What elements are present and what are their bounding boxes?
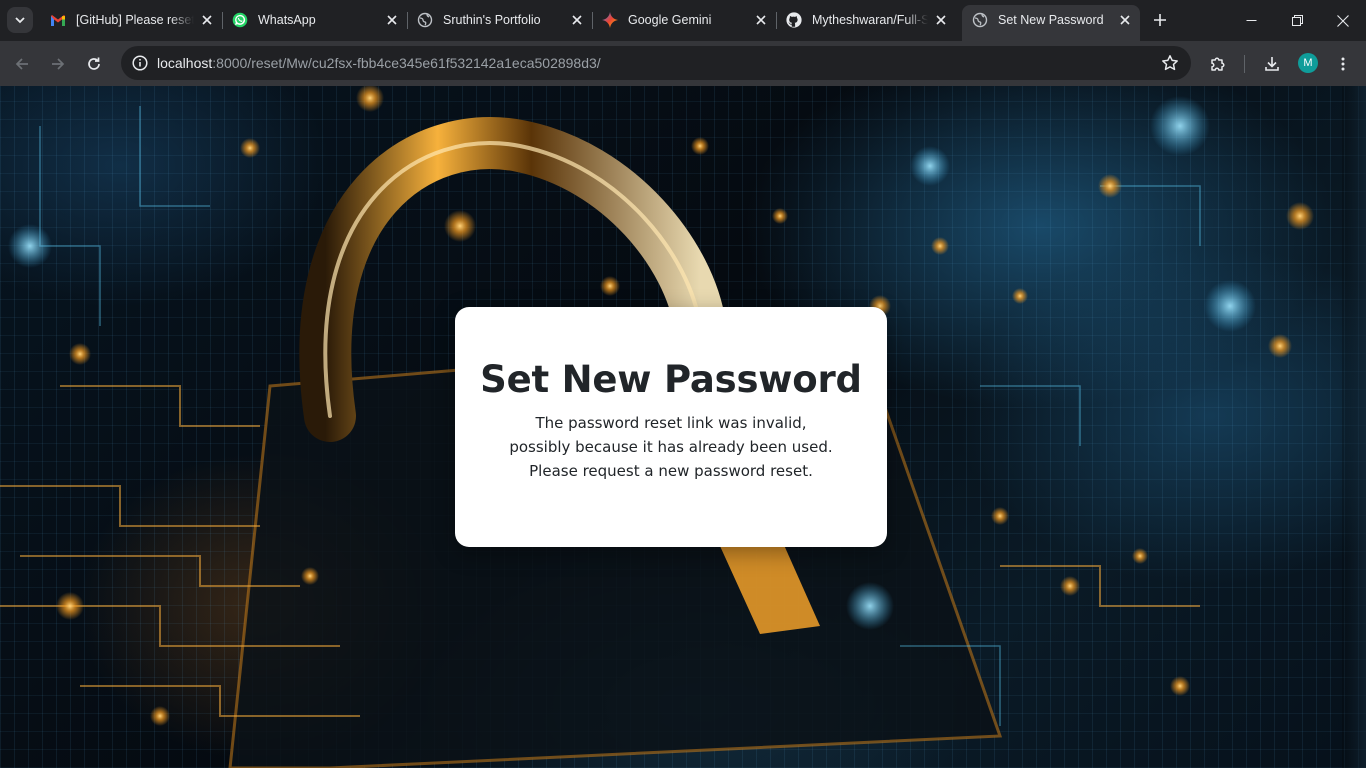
minimize-button[interactable] [1228, 0, 1274, 41]
site-info-button[interactable] [127, 50, 153, 76]
toolbar-separator [1244, 55, 1245, 73]
restore-icon [1291, 15, 1303, 26]
page-scrollbar-edge [1342, 86, 1366, 768]
gmail-icon [50, 12, 66, 28]
tab-gemini[interactable]: Google Gemini [592, 0, 777, 41]
url-host: localhost [157, 55, 213, 71]
address-bar[interactable]: localhost:8000/reset/Mw/cu2fsx-fbb4ce345… [121, 46, 1191, 80]
url-path: :8000/reset/Mw/cu2fsx-fbb4ce345e61f53214… [212, 55, 601, 71]
downloads-button[interactable] [1259, 51, 1285, 77]
close-icon[interactable] [753, 12, 769, 28]
close-icon [1337, 14, 1349, 27]
tab-label: Sruthin's Portfolio [443, 13, 541, 27]
close-icon[interactable] [199, 12, 215, 28]
close-icon[interactable] [933, 12, 949, 28]
arrow-right-icon [52, 58, 65, 70]
bookmark-star-icon[interactable] [1161, 54, 1179, 72]
reset-password-card: Set New Password The password reset link… [455, 307, 887, 547]
minimize-icon [1246, 20, 1256, 21]
tab-label: [GitHub] Please reset [76, 13, 194, 27]
profile-avatar[interactable]: M [1298, 53, 1318, 73]
info-icon [132, 55, 148, 71]
arrow-left-icon [15, 58, 28, 70]
gemini-icon [602, 12, 618, 28]
page-viewport: Set New Password The password reset link… [0, 86, 1366, 768]
tab-search-button[interactable] [7, 7, 33, 33]
download-icon [1265, 57, 1279, 71]
url-text[interactable]: localhost:8000/reset/Mw/cu2fsx-fbb4ce345… [157, 55, 601, 71]
tab-github-reset[interactable]: [GitHub] Please reset [40, 0, 223, 41]
tab-label: Set New Password [998, 13, 1104, 27]
reload-button[interactable] [81, 51, 107, 77]
page-title: Set New Password [480, 358, 862, 401]
kebab-menu-icon [1341, 57, 1345, 71]
browser-menu-button[interactable] [1330, 51, 1356, 77]
plus-icon [1154, 14, 1166, 26]
close-icon[interactable] [384, 12, 400, 28]
whatsapp-icon [232, 12, 248, 28]
globe-icon [972, 12, 988, 28]
reload-icon [88, 57, 100, 70]
browser-toolbar: localhost:8000/reset/Mw/cu2fsx-fbb4ce345… [0, 41, 1366, 86]
chevron-down-icon [15, 17, 25, 24]
globe-icon [417, 12, 433, 28]
close-icon[interactable] [1117, 12, 1133, 28]
puzzle-piece-icon [1211, 57, 1225, 71]
tab-set-new-password[interactable]: Set New Password [962, 5, 1140, 41]
close-icon[interactable] [569, 12, 585, 28]
tab-label: WhatsApp [258, 13, 316, 27]
invalid-link-message: The password reset link was invalid, pos… [509, 414, 833, 480]
tab-github-repo[interactable]: Mytheshwaran/Full-S [776, 0, 956, 41]
tab-strip: [GitHub] Please reset WhatsApp Sruthin's… [0, 0, 1366, 41]
close-window-button[interactable] [1320, 0, 1366, 41]
tab-portfolio[interactable]: Sruthin's Portfolio [407, 0, 593, 41]
new-tab-button[interactable] [1150, 10, 1170, 30]
tab-label: Google Gemini [628, 13, 712, 27]
restore-button[interactable] [1274, 0, 1320, 41]
tab-whatsapp[interactable]: WhatsApp [222, 0, 408, 41]
forward-button[interactable] [45, 51, 71, 77]
tab-label: Mytheshwaran/Full-S [812, 13, 928, 27]
back-button[interactable] [9, 51, 35, 77]
github-icon [786, 12, 802, 28]
extensions-button[interactable] [1205, 51, 1231, 77]
